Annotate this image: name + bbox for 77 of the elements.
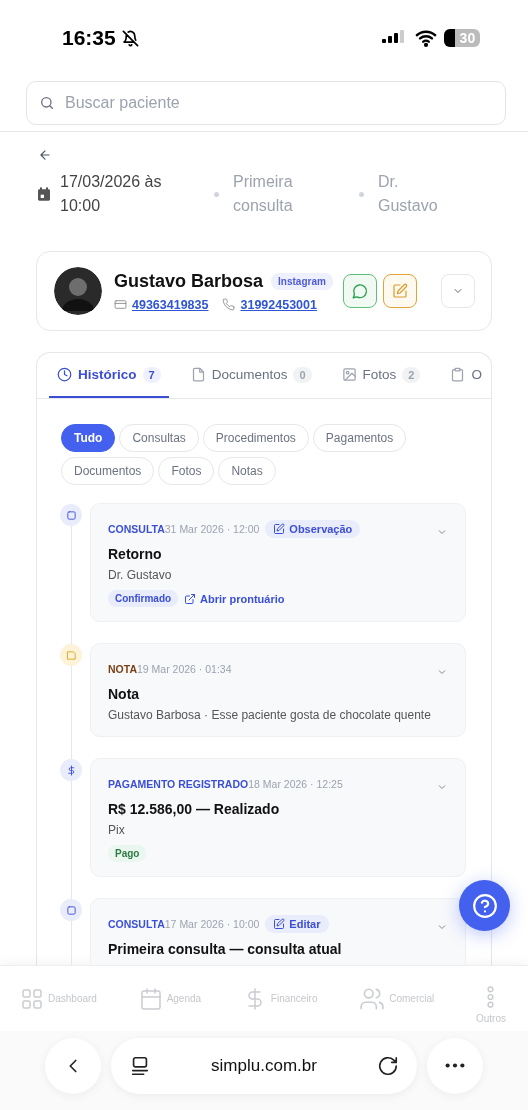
tab[interactable]: Documentos 0: [182, 353, 320, 398]
note-icon: [65, 649, 77, 661]
appointment-type: Primeira consulta: [233, 172, 294, 216]
event-type: CONSULTA: [108, 523, 165, 535]
source-tag: Instagram: [271, 272, 333, 290]
document-link[interactable]: 49363419835: [132, 297, 209, 312]
battery-icon: 30: [444, 29, 480, 47]
more-icon: [445, 1063, 465, 1068]
event-title: Retorno: [108, 546, 163, 562]
event-title: R$ 12.586,00 — Realizado: [108, 801, 281, 817]
event-type: NOTA: [108, 663, 137, 675]
chat-bubble-icon: [351, 282, 369, 300]
help-button[interactable]: [459, 880, 510, 931]
users-icon: [359, 985, 386, 1012]
image-icon: [341, 367, 357, 382]
event-detail: Gustavo Barbosa · Esse paciente gosta de chocolate quente: [108, 708, 432, 722]
address-bar[interactable]: simplu.com.br: [111, 1037, 417, 1094]
edit-icon: [273, 918, 286, 930]
url-text: simplu.com.br: [211, 1055, 317, 1076]
bell-off-icon: [121, 29, 139, 47]
clock-icon: [57, 367, 72, 382]
event-detail: Pix: [108, 823, 126, 837]
search-icon: [39, 95, 55, 111]
tabs-icon: [129, 1054, 151, 1077]
event-detail: Dr. Gustavo: [108, 568, 173, 582]
tab-count: 7: [142, 366, 161, 383]
tab[interactable]: O: [442, 353, 490, 398]
phone-link[interactable]: 31992453001: [240, 297, 317, 312]
filter-chip[interactable]: Pagamentos: [312, 424, 407, 452]
event-title: Nota: [108, 686, 141, 702]
square-icon: [65, 904, 77, 916]
id-card-icon: [114, 298, 127, 311]
filter-chip[interactable]: Consultas: [119, 424, 199, 452]
event-date: 19 Mar 2026 · 01:34: [136, 663, 232, 675]
action-button[interactable]: Editar: [265, 915, 329, 933]
more-icon: [487, 985, 495, 1008]
event-date: 18 Mar 2026 · 12:25: [248, 778, 343, 790]
tab[interactable]: Histórico 7: [49, 353, 169, 398]
clipboard-icon: [450, 367, 466, 382]
whatsapp-button[interactable]: [343, 274, 377, 308]
appointment-date: 17/03/2026 às 10:00: [60, 172, 163, 216]
edit-button[interactable]: [383, 274, 417, 308]
tab[interactable]: Fotos 2: [333, 353, 429, 398]
event-date: 17 Mar 2026 · 10:00: [164, 918, 260, 930]
tab-count: 2: [402, 366, 421, 383]
square-icon: [65, 509, 77, 521]
file-icon: [190, 367, 206, 382]
clock-time: 16:35: [62, 26, 116, 50]
event-type: CONSULTA: [108, 918, 165, 930]
edit-icon: [392, 283, 408, 299]
event-title: Primeira consulta — consulta atual: [108, 941, 343, 957]
grid-icon: [20, 986, 44, 1011]
expand-button[interactable]: [441, 274, 475, 308]
doctor-name: Dr. Gustavo: [378, 172, 439, 216]
event-type: PAGAMENTO REGISTRADO: [108, 778, 249, 790]
filter-chip[interactable]: Procedimentos: [202, 424, 309, 452]
phone-icon: [222, 298, 236, 311]
status-tag: Confirmado: [108, 590, 179, 607]
external-link-icon: [184, 592, 197, 605]
help-icon: [471, 892, 498, 919]
search-field[interactable]: Buscar paciente: [26, 81, 506, 125]
reload-icon: [377, 1054, 399, 1077]
filter-chip[interactable]: Fotos: [158, 457, 215, 485]
event-date: 31 Mar 2026 · 12:00: [164, 523, 260, 535]
filter-chip[interactable]: Tudo: [61, 424, 116, 452]
action-button[interactable]: Observação: [265, 520, 361, 538]
open-record-link[interactable]: Abrir prontuário: [184, 592, 285, 605]
patient-name: Gustavo Barbosa: [114, 270, 264, 292]
status-tag: Pago: [108, 845, 147, 862]
filter-chip[interactable]: Notas: [218, 457, 276, 485]
calendar-icon: [36, 186, 52, 202]
tab-count: 0: [293, 366, 312, 383]
dollar-icon: [65, 764, 77, 776]
back-arrow-icon: [38, 148, 52, 162]
filter-chip[interactable]: Documentos: [61, 457, 155, 485]
calendar-icon: [138, 986, 163, 1011]
edit-icon: [273, 523, 286, 535]
